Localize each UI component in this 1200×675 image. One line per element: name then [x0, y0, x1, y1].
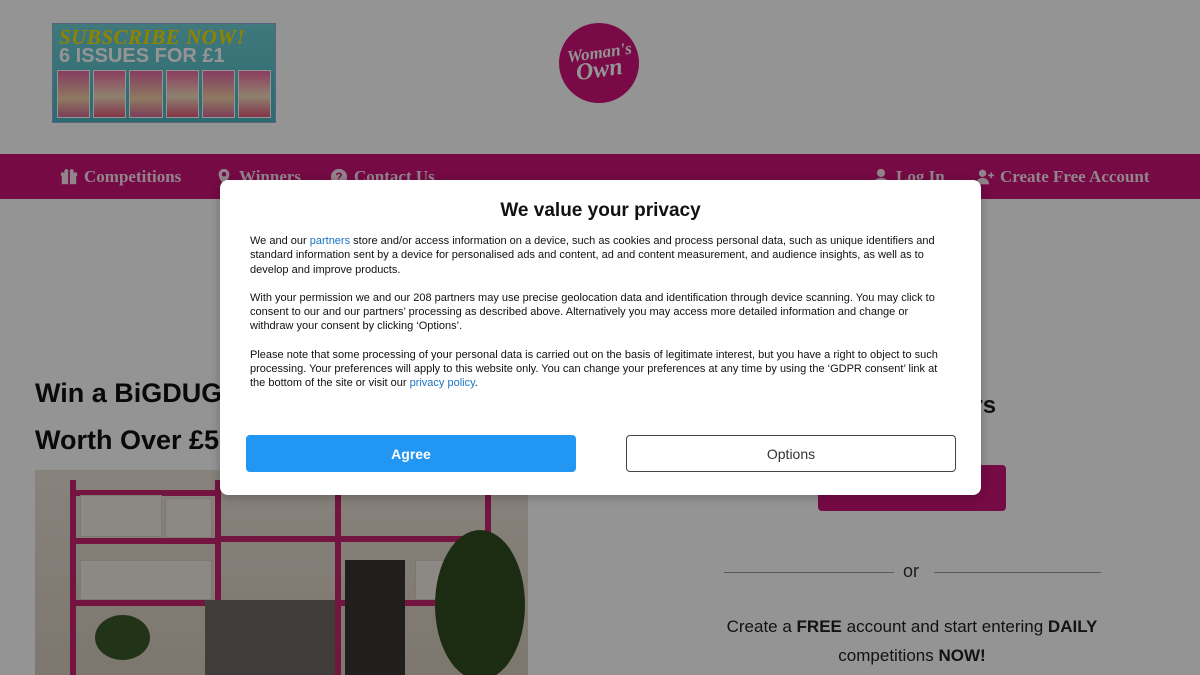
- agree-button[interactable]: Agree: [246, 435, 576, 472]
- dialog-paragraph-3: Please note that some processing of your…: [250, 348, 952, 391]
- dialog-paragraph-1: We and our partners store and/or access …: [250, 234, 952, 277]
- p3-text: .: [474, 377, 478, 390]
- p1-text: We and our: [250, 235, 310, 247]
- dialog-title: We value your privacy: [500, 200, 701, 221]
- p3-text: Please note that some processing of your…: [250, 348, 938, 390]
- dialog-paragraph-2: With your permission we and our 208 part…: [250, 291, 935, 333]
- dialog-body: We and our partners store and/or access …: [250, 234, 952, 405]
- p1-text: store and/or access information on a dev…: [250, 235, 935, 276]
- options-button[interactable]: Options: [626, 435, 956, 472]
- partners-link[interactable]: partners: [310, 235, 350, 247]
- privacy-policy-link[interactable]: privacy policy: [410, 377, 475, 389]
- privacy-consent-dialog: We value your privacy We and our partner…: [220, 180, 981, 495]
